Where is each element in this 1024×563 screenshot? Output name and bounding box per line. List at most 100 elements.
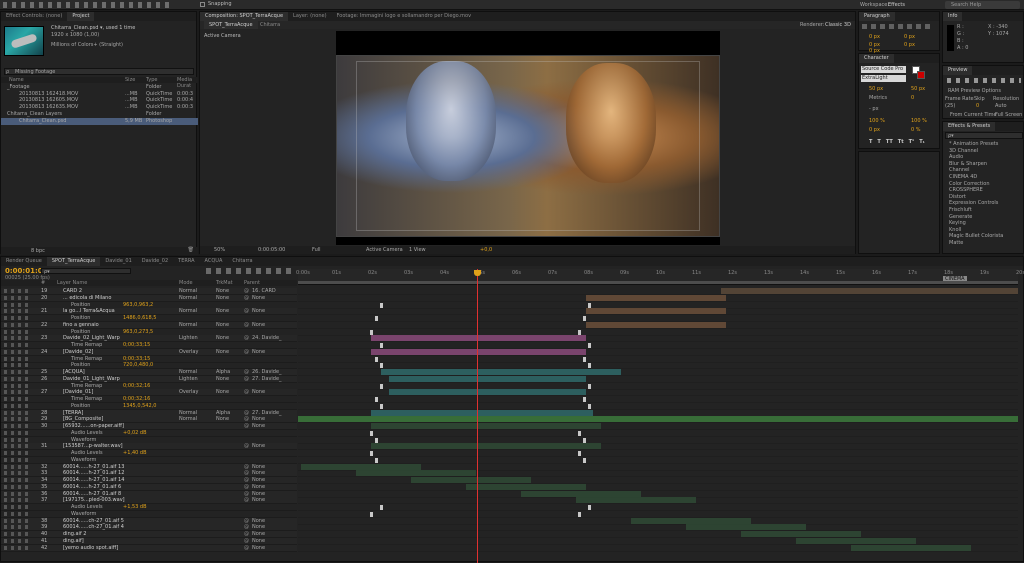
layer-duration-bar[interactable] [371, 423, 601, 429]
layer-switches[interactable] [4, 309, 32, 314]
layer-switches[interactable] [4, 363, 32, 368]
layer-switches[interactable] [4, 545, 32, 550]
keyframe-icon[interactable] [578, 430, 581, 436]
layer-duration-bar[interactable] [466, 483, 586, 490]
keyframe-icon[interactable] [380, 505, 383, 510]
font-size[interactable]: 50 px [869, 86, 883, 92]
layer-switches[interactable] [4, 403, 32, 408]
tracking[interactable]: 0 [911, 95, 914, 101]
tab-effect-controls[interactable]: Effect Controls: (none) [1, 12, 67, 21]
layer-switches[interactable] [4, 484, 32, 489]
col-type[interactable]: Type [146, 77, 157, 83]
keyframe-icon[interactable] [578, 451, 581, 456]
keyframe-icon[interactable] [578, 511, 581, 517]
keyframe-icon[interactable] [583, 397, 586, 402]
leading[interactable]: 50 px [911, 86, 925, 92]
layer-switches[interactable] [4, 356, 32, 361]
all-caps-button[interactable]: TT [886, 139, 893, 146]
keyframe-icon[interactable] [588, 343, 591, 348]
comp-viewer[interactable] [336, 31, 720, 245]
col-size[interactable]: Size [125, 77, 135, 83]
layer-duration-bar[interactable] [586, 294, 726, 301]
tab-info[interactable]: Info [943, 12, 963, 21]
current-time-indicator[interactable] [477, 269, 478, 563]
layer-switches[interactable] [4, 424, 32, 428]
tab-effects-presets[interactable]: Effects & Presets [943, 122, 996, 131]
trash-icon[interactable]: 🗑 [188, 247, 194, 253]
keyframe-icon[interactable] [380, 403, 383, 409]
timeline-tab[interactable]: Chitarra [227, 257, 257, 266]
layer-row[interactable]: 42 [yemo audio spot.aiff] @ None [1, 544, 297, 552]
resolution-select[interactable]: Full [312, 247, 321, 253]
layer-switches[interactable] [4, 471, 32, 476]
renderer-value[interactable]: Classic 3D [825, 22, 851, 28]
skip-value[interactable]: 0 [976, 103, 979, 109]
layer-switches[interactable] [4, 329, 32, 334]
full-screen-checkbox[interactable]: Full Screen [995, 112, 1022, 118]
layer-switches[interactable] [4, 336, 32, 341]
keyframe-icon[interactable] [583, 437, 586, 443]
vertical-scale[interactable]: 100 % [869, 118, 885, 124]
frame-rate-value[interactable]: (25) [945, 103, 955, 109]
tab-character[interactable]: Character [859, 54, 894, 63]
layer-switches[interactable] [4, 457, 32, 462]
layer-duration-bar[interactable] [586, 321, 726, 328]
view-select[interactable]: 1 View [409, 247, 426, 253]
keyframe-icon[interactable] [588, 302, 591, 308]
stroke-swatch[interactable] [917, 71, 925, 79]
tab-preview[interactable]: Preview [943, 66, 973, 75]
work-area-bar[interactable] [298, 281, 1018, 284]
layer-switches[interactable] [4, 498, 32, 503]
layer-switches[interactable] [4, 410, 32, 415]
keyframe-icon[interactable] [375, 316, 378, 321]
keyframe-icon[interactable] [588, 505, 591, 510]
layer-switches[interactable] [4, 397, 32, 401]
layer-switches[interactable] [4, 525, 32, 530]
col-parent[interactable]: Parent [244, 280, 260, 286]
playback-controls[interactable] [947, 78, 1021, 83]
layer-switches[interactable] [4, 430, 32, 435]
timeline-track[interactable] [298, 544, 1018, 552]
layer-duration-bar[interactable] [411, 477, 531, 483]
indent-left[interactable]: 0 px [869, 34, 880, 40]
parent-pickwhip-icon[interactable]: @ [244, 545, 249, 551]
layer-duration-bar[interactable] [371, 335, 586, 342]
layer-switches[interactable] [4, 349, 32, 354]
layer-switches[interactable] [4, 316, 32, 320]
comp-timecode[interactable]: 0:00:05:00 [258, 247, 285, 253]
layer-switches[interactable] [4, 511, 32, 516]
layer-duration-bar[interactable] [389, 375, 586, 382]
tab-footage[interactable]: Footage: Immagini logo e sollamandro per… [332, 12, 477, 21]
layer-switches[interactable] [4, 417, 32, 422]
timeline-tab[interactable]: Render Queue [1, 257, 47, 266]
layer-switches[interactable] [4, 370, 32, 374]
col-name[interactable]: Name [9, 77, 24, 83]
layer-duration-bar[interactable] [301, 463, 421, 470]
layer-switches[interactable] [4, 491, 32, 496]
timeline-tab[interactable]: Davide_02 [137, 257, 173, 266]
layer-duration-bar[interactable] [686, 524, 806, 531]
subtab-chitarra[interactable]: Chitarra [255, 21, 285, 29]
effect-category[interactable]: Frischluft [943, 207, 1024, 214]
project-item[interactable]: Chitarra_Clean.psd 5,9 MB Photoshop [1, 117, 198, 125]
keyframe-icon[interactable] [583, 356, 586, 362]
superscript-button[interactable]: T¹ [909, 139, 915, 146]
keyframe-icon[interactable] [583, 457, 586, 463]
keyframe-icon[interactable] [370, 511, 373, 517]
layer-switches[interactable] [4, 289, 32, 293]
effects-search[interactable]: ρ▾ [945, 132, 1023, 139]
layer-duration-bar[interactable] [586, 308, 726, 315]
zoom-select[interactable]: 50% [214, 247, 225, 253]
effect-category[interactable]: Magic Bullet Colorista [943, 233, 1024, 240]
timeline-switch-icons[interactable] [206, 268, 296, 274]
layer-duration-bar[interactable] [381, 369, 621, 375]
space-before[interactable]: 0 px [904, 42, 915, 48]
tool-icons[interactable] [3, 2, 173, 8]
keyframe-icon[interactable] [583, 316, 586, 321]
timeline-tab[interactable]: SPOT_TerraAcque [46, 257, 101, 266]
font-style-select[interactable]: ExtraLight [861, 75, 906, 82]
layer-switches[interactable] [4, 505, 32, 509]
layer-switches[interactable] [4, 444, 32, 449]
tsume[interactable]: 0 % [911, 127, 921, 133]
cti-head[interactable] [474, 270, 481, 276]
